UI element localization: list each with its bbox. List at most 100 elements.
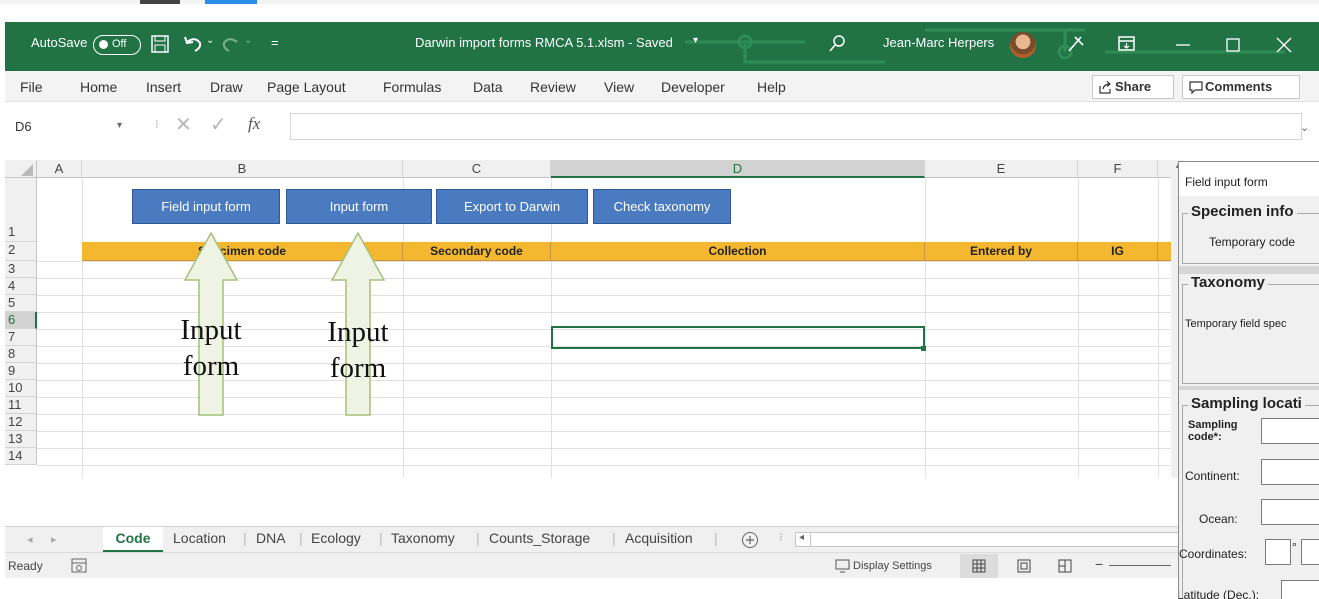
tab-home[interactable]: Home	[80, 79, 117, 95]
formula-input[interactable]	[290, 113, 1302, 140]
row-header[interactable]: 12	[5, 414, 37, 431]
name-box[interactable]: D6	[12, 116, 132, 138]
scroll-left-icon[interactable]: ◂	[799, 532, 804, 543]
ocean-input[interactable]	[1261, 499, 1319, 525]
ribbon-tab-bar: File Home Insert Draw Page Layout Formul…	[5, 71, 1319, 102]
macro-recorder-icon[interactable]	[71, 558, 87, 574]
row-header[interactable]: 5	[5, 295, 37, 312]
column-header-b[interactable]: B	[82, 160, 403, 178]
gridline	[925, 178, 926, 478]
continent-input[interactable]	[1261, 459, 1319, 485]
coauthor-icon[interactable]	[1065, 33, 1087, 55]
scroll-tabs-left-icon[interactable]: ◂	[27, 533, 33, 546]
column-header-e[interactable]: E	[925, 160, 1078, 178]
avatar[interactable]	[1010, 32, 1036, 58]
header-cell-entered-by[interactable]: Entered by	[925, 242, 1078, 261]
search-icon[interactable]	[829, 34, 847, 52]
undo-icon[interactable]	[183, 34, 203, 54]
tab-insert[interactable]: Insert	[146, 79, 181, 95]
taxonomy-frame	[1182, 284, 1319, 384]
close-icon[interactable]	[1275, 36, 1293, 54]
row-header[interactable]: 13	[5, 431, 37, 448]
selected-cell[interactable]	[551, 326, 925, 349]
save-icon[interactable]	[151, 35, 169, 53]
undo-dropdown-icon[interactable]: ⌄	[206, 35, 214, 46]
row-header[interactable]: 14	[5, 448, 37, 465]
column-header-d[interactable]: D	[551, 160, 925, 178]
tab-help[interactable]: Help	[757, 79, 786, 95]
header-cell-ig[interactable]: IG	[1078, 242, 1158, 261]
split-handle-icon[interactable]: ⁝	[779, 530, 783, 544]
sheet-tab-dna[interactable]: DNA	[256, 530, 286, 546]
row-header[interactable]: 1	[5, 178, 37, 242]
check-taxonomy-button[interactable]: Check taxonomy	[593, 189, 731, 224]
ribbon-display-icon[interactable]	[1118, 36, 1136, 52]
column-header-c[interactable]: C	[403, 160, 551, 178]
cancel-entry-icon[interactable]: ✕	[175, 112, 192, 137]
sheet-tab-taxonomy[interactable]: Taxonomy	[391, 530, 455, 546]
field-input-form-button[interactable]: Field input form	[132, 189, 280, 224]
tab-developer[interactable]: Developer	[661, 79, 725, 95]
redo-icon[interactable]	[221, 34, 241, 54]
tab-formulas[interactable]: Formulas	[383, 79, 441, 95]
tab-data[interactable]: Data	[473, 79, 503, 95]
autosave-toggle[interactable]: Off	[93, 35, 141, 55]
sheet-tab-code[interactable]: Code	[103, 527, 163, 552]
column-header-f[interactable]: F	[1078, 160, 1158, 178]
row-header[interactable]: 6	[5, 312, 37, 329]
normal-view-button[interactable]	[960, 554, 998, 578]
coordinate-degrees-input[interactable]	[1265, 539, 1291, 565]
customize-toolbar-icon[interactable]: =	[271, 35, 279, 50]
temporary-field-label: Temporary field spec	[1185, 318, 1287, 330]
row-header[interactable]: 2	[5, 242, 37, 261]
zoom-slider[interactable]	[1109, 565, 1171, 566]
page-layout-view-icon[interactable]	[1017, 559, 1031, 573]
tab-draw[interactable]: Draw	[210, 79, 243, 95]
column-header-a[interactable]: A	[37, 160, 82, 178]
worksheet-grid[interactable]: A B C D E F 1 2 3 4 5 6 7 8 9 10 11 12 1…	[5, 152, 1185, 526]
row-header[interactable]: 8	[5, 346, 37, 363]
horizontal-scrollbar[interactable]: ◂	[795, 532, 1185, 547]
export-to-darwin-button[interactable]: Export to Darwin	[436, 189, 588, 224]
tab-separator: |	[243, 530, 247, 546]
annotation-line1: Input	[180, 314, 242, 346]
row-header[interactable]: 4	[5, 278, 37, 295]
display-settings-button[interactable]: Display Settings	[853, 560, 932, 572]
user-name[interactable]: Jean-Marc Herpers	[883, 35, 994, 50]
row-header[interactable]: 11	[5, 397, 37, 414]
comments-button[interactable]: Comments	[1182, 75, 1300, 99]
scroll-tabs-right-icon[interactable]: ▸	[51, 533, 57, 546]
select-all-corner[interactable]	[5, 160, 37, 178]
header-cell-collection[interactable]: Collection	[551, 242, 925, 261]
sheet-tab-counts-storage[interactable]: Counts_Storage	[489, 530, 590, 546]
name-box-dropdown-icon[interactable]: ▾	[117, 120, 122, 131]
header-cell-secondary-code[interactable]: Secondary code	[403, 242, 551, 261]
sheet-tab-location[interactable]: Location	[173, 530, 226, 546]
tab-review[interactable]: Review	[530, 79, 576, 95]
sheet-tab-ecology[interactable]: Ecology	[311, 530, 361, 546]
input-form-button[interactable]: Input form	[286, 189, 432, 224]
zoom-out-icon[interactable]: −	[1095, 556, 1103, 572]
tab-page-layout[interactable]: Page Layout	[267, 79, 346, 95]
latitude-input[interactable]	[1281, 580, 1319, 599]
maximize-icon[interactable]	[1224, 36, 1242, 54]
row-header[interactable]: 10	[5, 380, 37, 397]
tab-view[interactable]: View	[604, 79, 634, 95]
page-break-view-icon[interactable]	[1058, 559, 1072, 573]
share-button[interactable]: Share	[1092, 75, 1174, 99]
title-dropdown-icon[interactable]: ▾	[693, 35, 698, 46]
minimize-icon[interactable]	[1174, 36, 1192, 54]
coordinate-minutes-input[interactable]	[1301, 539, 1319, 565]
sheet-tab-acquisition[interactable]: Acquisition	[625, 530, 693, 546]
redo-dropdown-icon[interactable]: ⌄	[244, 35, 252, 46]
add-sheet-icon[interactable]	[741, 531, 759, 549]
fill-handle[interactable]	[921, 346, 926, 351]
row-header[interactable]: 7	[5, 329, 37, 346]
sampling-code-input[interactable]	[1261, 418, 1319, 444]
row-header[interactable]: 3	[5, 261, 37, 278]
confirm-entry-icon[interactable]: ✓	[210, 112, 227, 137]
insert-function-icon[interactable]: fx	[248, 114, 260, 134]
expand-formula-bar-icon[interactable]: ⌄	[1300, 121, 1309, 134]
tab-file[interactable]: File	[20, 79, 43, 95]
row-header[interactable]: 9	[5, 363, 37, 380]
